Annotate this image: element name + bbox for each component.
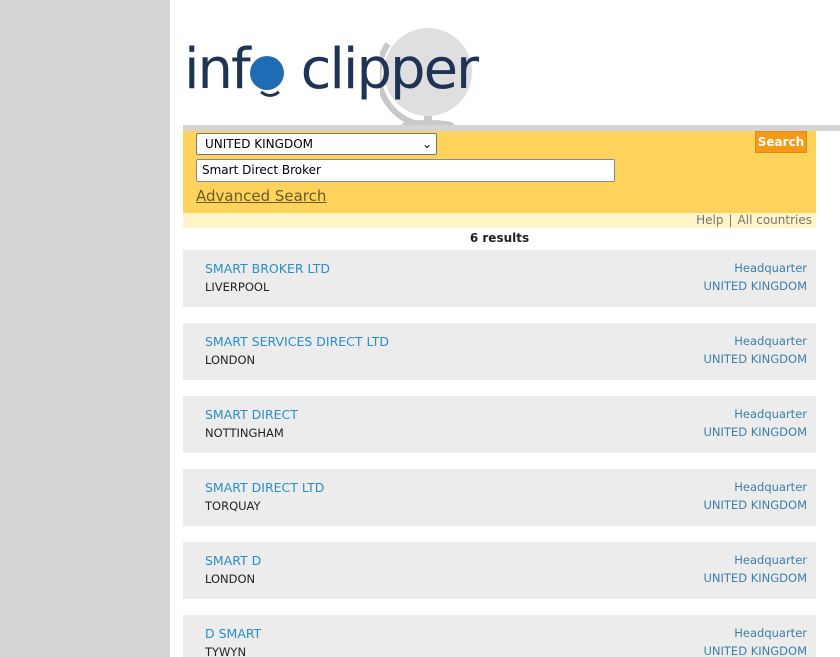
page-content: inf clipper UNITED KINGDOM ⌄ Smart Direc… [170,0,840,657]
help-separator: | [728,213,733,227]
company-name-link[interactable]: SMART D [205,553,261,568]
all-countries-link[interactable]: All countries [738,213,812,227]
result-card[interactable]: SMART DIRECT NOTTINGHAM Headquarter UNIT… [183,396,816,453]
help-link[interactable]: Help [696,213,723,227]
company-name-link[interactable]: SMART SERVICES DIRECT LTD [205,334,389,349]
search-input[interactable]: Smart Direct Broker [196,159,615,182]
result-card[interactable]: SMART DIRECT LTD TORQUAY Headquarter UNI… [183,469,816,526]
logo-text-clipper: clipper [300,37,479,102]
result-card[interactable]: SMART SERVICES DIRECT LTD LONDON Headqua… [183,323,816,380]
company-type: Headquarter [734,480,807,494]
company-country: UNITED KINGDOM [703,498,808,512]
company-city: LONDON [205,572,256,586]
company-country: UNITED KINGDOM [703,571,808,585]
logo-globe-icon [249,56,284,97]
logo-text-info: inf [184,37,251,102]
search-input-value: Smart Direct Broker [202,163,321,177]
result-card[interactable]: SMART BROKER LTD LIVERPOOL Headquarter U… [183,250,816,307]
company-name-link[interactable]: SMART BROKER LTD [205,261,330,276]
company-type: Headquarter [734,626,807,640]
advanced-search-link[interactable]: Advanced Search [196,187,326,205]
result-card[interactable]: SMART D LONDON Headquarter UNITED KINGDO… [183,542,816,599]
logo-wordmark: inf clipper [184,37,479,102]
company-country: UNITED KINGDOM [703,425,808,439]
search-panel: UNITED KINGDOM ⌄ Smart Direct Broker Adv… [183,131,816,213]
result-count: 6 results [469,231,530,245]
company-type: Headquarter [734,407,807,421]
company-city: LIVERPOOL [205,280,270,294]
company-country: UNITED KINGDOM [703,279,808,293]
company-country: UNITED KINGDOM [703,644,808,657]
infoclipper-logo[interactable]: inf clipper [184,24,479,128]
company-city: TYWYN [205,645,247,657]
results-list: SMART BROKER LTD LIVERPOOL Headquarter U… [183,250,816,657]
left-gutter [0,0,170,657]
company-type: Headquarter [734,334,807,348]
company-type: Headquarter [734,261,807,275]
search-button[interactable]: Search [755,131,807,153]
company-name-link[interactable]: SMART DIRECT [205,407,298,422]
chevron-down-icon: ⌄ [421,137,432,151]
country-select-value: UNITED KINGDOM [205,137,313,151]
company-name-link[interactable]: D SMART [205,626,261,641]
company-type: Headquarter [734,553,807,567]
result-card[interactable]: D SMART TYWYN Headquarter UNITED KINGDOM [183,615,816,657]
company-city: NOTTINGHAM [205,426,284,440]
company-city: LONDON [205,353,256,367]
country-select[interactable]: UNITED KINGDOM ⌄ [196,133,437,155]
company-city: TORQUAY [205,499,261,513]
company-country: UNITED KINGDOM [703,352,808,366]
help-strip: Help | All countries [183,213,816,228]
company-name-link[interactable]: SMART DIRECT LTD [205,480,324,495]
